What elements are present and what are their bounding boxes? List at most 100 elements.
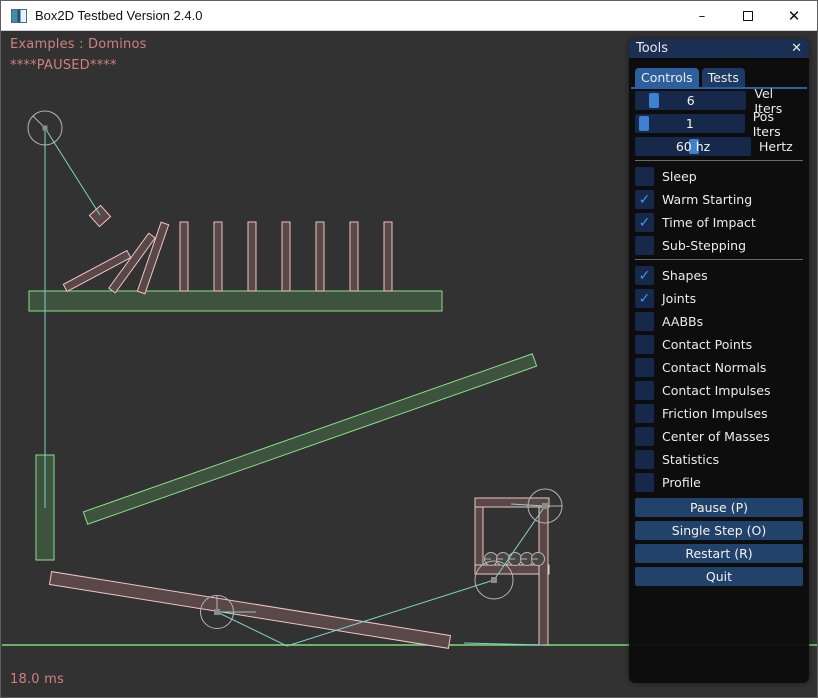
separator <box>635 160 803 161</box>
domino <box>384 222 392 291</box>
window-controls: – ✕ <box>679 1 817 31</box>
tab-label: Controls <box>641 70 693 85</box>
checkbox-label: AABBs <box>662 314 703 329</box>
checkbox-aabbs[interactable]: ✓ AABBs <box>635 312 803 331</box>
paused-label: ****PAUSED**** <box>10 58 117 73</box>
checkbox-statistics[interactable]: ✓ Statistics <box>635 450 803 469</box>
checkbox-joints[interactable]: ✓ Joints <box>635 289 803 308</box>
pendulum-bob <box>89 205 110 226</box>
single-step-button[interactable]: Single Step (O) <box>635 521 803 540</box>
domino <box>248 222 256 291</box>
seesaw-plank <box>50 572 451 649</box>
checkbox-box: ✓ <box>635 236 654 255</box>
vel-iters-slider-row: 6 Vel Iters <box>635 91 803 110</box>
domino <box>350 222 358 291</box>
checkbox-label: Sleep <box>662 169 697 184</box>
ramp <box>83 354 536 524</box>
platform <box>29 291 442 311</box>
domino <box>137 222 168 294</box>
minimize-icon: – <box>699 9 706 24</box>
domino <box>282 222 290 291</box>
checkbox-label: Statistics <box>662 452 719 467</box>
checkbox-center-of-masses[interactable]: ✓ Center of Masses <box>635 427 803 446</box>
domino <box>180 222 188 291</box>
tools-title: Tools <box>636 41 791 56</box>
checkbox-box: ✓ <box>635 381 654 400</box>
checkbox-label: Center of Masses <box>662 429 770 444</box>
checkbox-label: Friction Impulses <box>662 406 768 421</box>
tools-close-icon[interactable]: ✕ <box>791 41 802 56</box>
checkbox-sleep[interactable]: ✓ Sleep <box>635 167 803 186</box>
hertz-slider-row: 60 hz Hertz <box>635 137 803 156</box>
minimize-button[interactable]: – <box>679 1 725 31</box>
checkbox-label: Contact Points <box>662 337 752 352</box>
slider-value: 1 <box>635 114 745 133</box>
pos-iters-slider-row: 1 Pos Iters <box>635 114 803 133</box>
checkbox-label: Shapes <box>662 268 708 283</box>
checkbox-box: ✓ <box>635 312 654 331</box>
checkbox-box: ✓ <box>635 190 654 209</box>
domino <box>316 222 324 291</box>
tab-controls[interactable]: Controls <box>635 68 699 87</box>
hertz-slider[interactable]: 60 hz <box>635 137 751 156</box>
checkbox-box: ✓ <box>635 473 654 492</box>
tools-titlebar[interactable]: Tools ✕ <box>629 39 809 58</box>
checkbox-label: Joints <box>662 291 696 306</box>
checkbox-sub-stepping[interactable]: ✓ Sub-Stepping <box>635 236 803 255</box>
checkbox-box: ✓ <box>635 335 654 354</box>
tools-tabbar: Controls Tests <box>635 68 809 87</box>
separator <box>635 259 803 260</box>
checkbox-profile[interactable]: ✓ Profile <box>635 473 803 492</box>
tab-tests[interactable]: Tests <box>702 68 745 87</box>
checkbox-box: ✓ <box>635 404 654 423</box>
checkbox-contact-normals[interactable]: ✓ Contact Normals <box>635 358 803 377</box>
maximize-button[interactable] <box>725 1 771 31</box>
app-icon <box>11 9 27 23</box>
checkbox-label: Contact Normals <box>662 360 766 375</box>
checkbox-box: ✓ <box>635 289 654 308</box>
joint-anchors <box>43 126 549 616</box>
checkbox-contact-impulses[interactable]: ✓ Contact Impulses <box>635 381 803 400</box>
tab-label: Tests <box>708 70 739 85</box>
checkbox-box: ✓ <box>635 266 654 285</box>
checkbox-label: Contact Impulses <box>662 383 771 398</box>
quit-button[interactable]: Quit <box>635 567 803 586</box>
slider-label: Hertz <box>759 139 793 154</box>
close-icon: ✕ <box>788 7 801 25</box>
scene: Examples : Dominos ****PAUSED**** 18.0 m… <box>2 31 818 698</box>
checkbox-label: Time of Impact <box>662 215 756 230</box>
pause-button[interactable]: Pause (P) <box>635 498 803 517</box>
app-window: Box2D Testbed Version 2.4.0 – ✕ <box>0 0 818 698</box>
checkbox-box: ✓ <box>635 427 654 446</box>
example-label: Examples : Dominos <box>10 37 147 52</box>
shelf-balls <box>485 553 545 566</box>
checkbox-box: ✓ <box>635 358 654 377</box>
checkbox-shapes[interactable]: ✓ Shapes <box>635 266 803 285</box>
checkbox-friction-impulses[interactable]: ✓ Friction Impulses <box>635 404 803 423</box>
os-titlebar[interactable]: Box2D Testbed Version 2.4.0 – ✕ <box>1 1 817 31</box>
checkbox-warm-starting[interactable]: ✓ Warm Starting <box>635 190 803 209</box>
frame-time-label: 18.0 ms <box>10 672 64 687</box>
checkbox-label: Profile <box>662 475 701 490</box>
check-icon: ✓ <box>639 291 651 307</box>
checkbox-box: ✓ <box>635 213 654 232</box>
slider-value: 6 <box>635 91 746 110</box>
checkbox-contact-points[interactable]: ✓ Contact Points <box>635 335 803 354</box>
check-icon: ✓ <box>639 215 651 231</box>
restart-button[interactable]: Restart (R) <box>635 544 803 563</box>
dominoes-falling <box>63 222 168 294</box>
checkbox-label: Warm Starting <box>662 192 752 207</box>
stand-frame <box>475 498 549 645</box>
checkbox-time-of-impact[interactable]: ✓ Time of Impact <box>635 213 803 232</box>
slider-label: Pos Iters <box>753 109 803 139</box>
maximize-icon <box>743 11 753 21</box>
pos-iters-slider[interactable]: 1 <box>635 114 745 133</box>
close-button[interactable]: ✕ <box>771 1 817 31</box>
tools-panel: Tools ✕ Controls Tests 6 Vel Iter <box>629 39 809 683</box>
vel-iters-slider[interactable]: 6 <box>635 91 746 110</box>
checkbox-box: ✓ <box>635 167 654 186</box>
check-icon: ✓ <box>639 192 651 208</box>
checkbox-box: ✓ <box>635 450 654 469</box>
domino <box>214 222 222 291</box>
check-icon: ✓ <box>639 268 651 284</box>
